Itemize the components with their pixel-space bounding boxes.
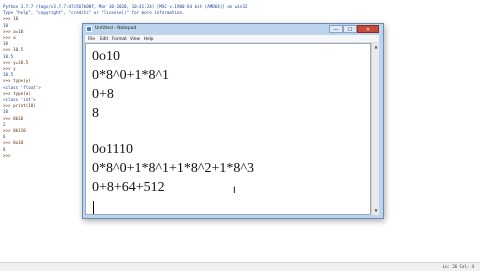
menu-edit[interactable]: Edit (100, 36, 108, 41)
scroll-up-icon[interactable]: ▲ (372, 43, 380, 51)
shell-input-line: >>> 0o10 (3, 140, 24, 146)
shell-input-line: >>> a=10 (3, 28, 24, 34)
shell-output-line: <class 'float'> (3, 84, 41, 90)
shell-input-line: >>> a (3, 35, 16, 40)
shell-output-line: 10 (3, 41, 9, 47)
shell-input-line: >>> print(10) (3, 103, 36, 109)
menu-file[interactable]: File (88, 36, 95, 41)
shell-input-line: >>> (3, 152, 11, 158)
shell-output-line: 10 (3, 22, 9, 28)
menu-help[interactable]: Help (144, 36, 154, 41)
text-line: 0o10 (92, 49, 120, 64)
shell-input-line: >>> y (3, 66, 16, 71)
shell-output-line: 8 (3, 146, 6, 152)
shell-output-line: 10 (3, 109, 9, 115)
text-caret (93, 201, 94, 214)
maximize-button[interactable]: ☐ (343, 25, 357, 33)
shell-output-line: 6 (3, 134, 6, 140)
vertical-scrollbar[interactable]: ▲ ▼ (371, 43, 379, 215)
text-line: 0o1110 (92, 142, 133, 157)
shell-input-line: >>> y=10.5 (3, 59, 29, 65)
shell-output-line: <class 'int'> (3, 97, 36, 102)
notepad-title: Untitled - Notepad (95, 26, 137, 31)
text-line: 0+8 (92, 87, 114, 102)
shell-cursor-position: Ln: 26 Col: 4 (442, 264, 474, 269)
scroll-down-icon[interactable]: ▼ (372, 207, 380, 215)
notepad-app-icon (86, 26, 92, 32)
notepad-titlebar[interactable]: Untitled - Notepad — ☐ ✕ (83, 24, 383, 34)
shell-input-line: >>> 0b110 (3, 128, 26, 133)
text-line: 0*8^0+1*8^1+1*8^2+1*8^3 (92, 161, 254, 176)
shell-input-line: >>> 0b10 (3, 115, 24, 121)
text-line: 8 (92, 106, 99, 121)
minimize-button[interactable]: — (329, 25, 343, 33)
shell-output-line: 10.5 (3, 53, 14, 59)
shell-output-line: Python 3.7.7 (tags/v3.7.7:d7c567b08f, Ma… (3, 4, 248, 9)
shell-input-line: >>> 10.5 (3, 47, 24, 53)
notepad-window[interactable]: Untitled - Notepad — ☐ ✕ File Edit Forma… (82, 23, 384, 219)
notepad-text-area[interactable]: 0o10 0*8^0+1*8^1 0+8 8 0o1110 0*8^0+1*8^… (85, 43, 371, 215)
shell-output-line: 2 (3, 121, 6, 127)
shell-input-line: >>> type(y) (3, 78, 31, 84)
shell-input-line: >>> type(a) (3, 90, 31, 96)
menu-format[interactable]: Format (112, 36, 127, 41)
shell-output-line: 10.5 (3, 72, 14, 78)
shell-input-line: >>> 10 (3, 16, 19, 22)
notepad-menubar: File Edit Format View Help (85, 35, 379, 43)
close-button[interactable]: ✕ (357, 25, 379, 33)
menu-view[interactable]: View (130, 36, 140, 41)
ibeam-cursor-icon: I (233, 186, 236, 196)
text-line: 0+8+64+512 (92, 180, 165, 195)
shell-output-line: Type "help", "copyright", "credits" or "… (3, 10, 185, 16)
text-line: 0*8^0+1*8^1 (92, 68, 170, 83)
